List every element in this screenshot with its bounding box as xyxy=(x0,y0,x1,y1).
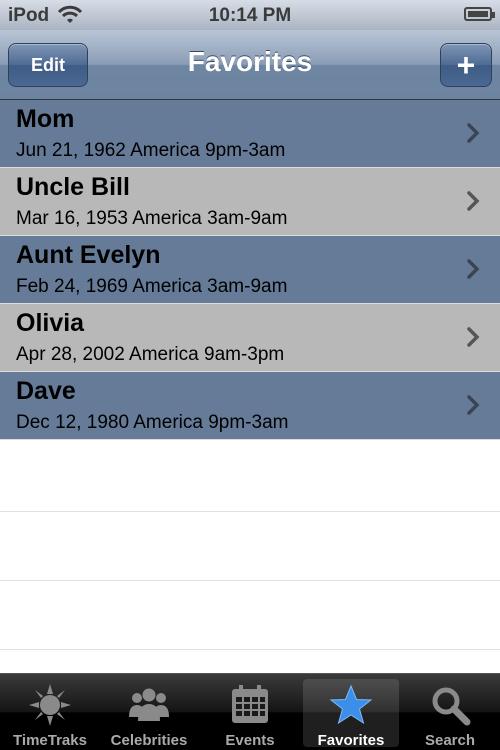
favorite-detail: Apr 28, 2002 America 9am-3pm xyxy=(16,344,285,365)
tab-label: Search xyxy=(424,732,476,749)
chevron-right-icon xyxy=(467,123,480,143)
favorites-list: Mom Jun 21, 1962 America 9pm-3am Uncle B… xyxy=(0,100,500,440)
tab-timetraks[interactable]: TimeTraks xyxy=(2,679,98,749)
favorite-detail: Jun 21, 1962 America 9pm-3am xyxy=(16,140,286,161)
tab-bar: TimeTraks Celebrities Events Favorites S… xyxy=(0,673,500,750)
favorite-row[interactable]: Olivia Apr 28, 2002 America 9am-3pm xyxy=(0,304,500,372)
clock: 10:14 PM xyxy=(208,5,292,26)
tab-label: Celebrities xyxy=(110,732,188,749)
sun-icon xyxy=(29,684,71,726)
table-separator xyxy=(0,511,500,512)
chevron-right-icon xyxy=(467,259,480,279)
tab-label: Favorites xyxy=(317,732,385,749)
favorite-name: Olivia xyxy=(16,309,85,337)
favorite-row[interactable]: Aunt Evelyn Feb 24, 1969 America 3am-9am xyxy=(0,236,500,304)
favorite-name: Mom xyxy=(16,105,75,133)
chevron-right-icon xyxy=(467,327,480,347)
favorite-row[interactable]: Mom Jun 21, 1962 America 9pm-3am xyxy=(0,100,500,168)
favorite-detail: Dec 12, 1980 America 9pm-3am xyxy=(16,412,289,433)
table-separator xyxy=(0,649,500,650)
chevron-right-icon xyxy=(467,191,480,211)
favorite-detail: Feb 24, 1969 America 3am-9am xyxy=(16,276,288,297)
tab-label: Events xyxy=(225,732,275,749)
favorite-name: Aunt Evelyn xyxy=(16,241,161,269)
navigation-bar: Edit Favorites + xyxy=(0,30,500,100)
page-title: Favorites xyxy=(187,46,313,77)
table-separator xyxy=(0,580,500,581)
favorite-row[interactable]: Dave Dec 12, 1980 America 9pm-3am xyxy=(0,372,500,440)
tab-label: TimeTraks xyxy=(13,732,87,749)
favorite-detail: Mar 16, 1953 America 3am-9am xyxy=(16,208,288,229)
tab-search[interactable]: Search xyxy=(402,679,498,749)
battery-icon xyxy=(464,7,495,21)
calendar-icon xyxy=(232,685,268,723)
star-icon xyxy=(329,684,373,725)
people-icon xyxy=(129,688,169,721)
tab-celebrities[interactable]: Celebrities xyxy=(101,679,197,749)
favorite-name: Dave xyxy=(16,377,76,405)
add-favorite-button[interactable]: + xyxy=(440,43,492,87)
favorite-name: Uncle Bill xyxy=(16,173,130,201)
tab-events[interactable]: Events xyxy=(202,679,298,749)
status-bar: iPod 10:14 PM xyxy=(0,0,500,30)
favorite-row[interactable]: Uncle Bill Mar 16, 1953 America 3am-9am xyxy=(0,168,500,236)
magnifier-icon xyxy=(432,687,471,726)
chevron-right-icon xyxy=(467,395,480,415)
tab-favorites[interactable]: Favorites xyxy=(303,679,399,749)
